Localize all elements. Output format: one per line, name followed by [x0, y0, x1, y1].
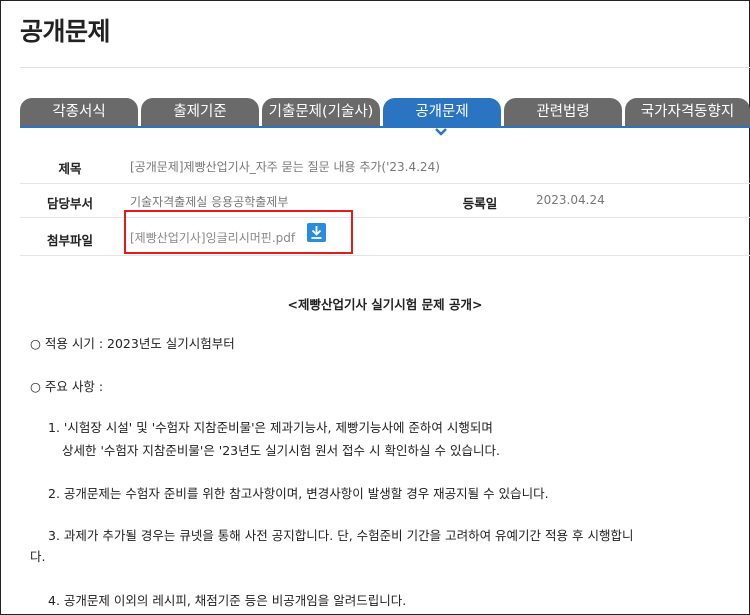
chevron-down-icon: [435, 128, 447, 136]
subject-value: [공개문제]제빵산업기사_자주 묻는 질문 내용 추가('23.4.24): [130, 160, 440, 174]
tab-bar: 각종서식 출제기준 기출문제(기술사) 공개문제 관련법령 국가자격동향지: [20, 98, 750, 126]
date-value: 2023.04.24: [536, 193, 605, 207]
download-button[interactable]: [307, 223, 326, 242]
item-1-line-1: 1. '시험장 시설' 및 '수험자 지참준비물'은 제과기능사, 제빵기능사에…: [48, 420, 493, 435]
item-3-line-1: 3. 과제가 추가될 경우는 큐넷을 통해 사전 공지합니다. 단, 수험준비 …: [48, 528, 634, 543]
tab-public-problems[interactable]: 공개문제: [383, 98, 501, 126]
dept-label: 담당부서: [46, 196, 93, 211]
tab-national-trends[interactable]: 국가자격동향지: [625, 98, 750, 126]
tab-forms[interactable]: 각종서식: [20, 98, 138, 126]
item-2: 2. 공개문제는 수험자 준비를 위한 참고사항이며, 변경사항이 발생할 경우…: [48, 486, 549, 501]
main-items-heading: ○ 주요 사항 :: [30, 379, 104, 394]
download-icon: [311, 226, 322, 239]
dept-value: 기술자격출제실 응용공학출제부: [130, 195, 289, 209]
item-3-line-2: 다.: [30, 549, 46, 564]
date-label: 등록일: [462, 196, 498, 211]
apply-date-line: ○ 적용 시기 : 2023년도 실기시험부터: [30, 336, 235, 351]
title-divider: [20, 67, 750, 68]
tab-underline: [20, 126, 750, 128]
tab-related-laws[interactable]: 관련법령: [504, 98, 622, 126]
subject-label: 제목: [58, 161, 82, 176]
subject-row: 제목 [공개문제]제빵산업기사_자주 묻는 질문 내용 추가('23.4.24): [20, 148, 750, 184]
item-1-line-2: 상세한 '수험자 지참준비물'은 '23년도 실기시험 원서 접수 시 확인하실…: [62, 443, 500, 458]
item-4: 4. 공개문제 이외의 레시피, 채점기준 등은 비공개임을 알려드립니다.: [48, 593, 407, 608]
attachment-label: 첨부파일: [46, 233, 93, 248]
content-heading: <제빵산업기사 실기시험 문제 공개>: [287, 297, 483, 312]
page-title: 공개문제: [20, 17, 111, 46]
tab-past-exams[interactable]: 기출문제(기술사): [262, 98, 380, 126]
tab-exam-standards[interactable]: 출제기준: [141, 98, 259, 126]
